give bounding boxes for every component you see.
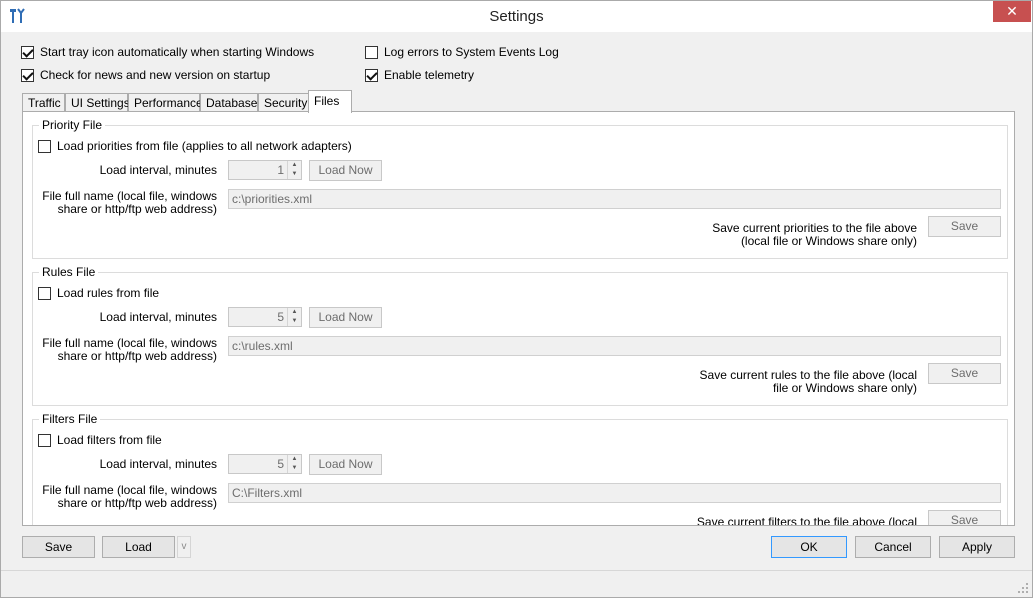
filters-file-label-line1: File full name (local file, windows bbox=[42, 483, 217, 497]
footer-load-button[interactable]: Load bbox=[102, 536, 175, 558]
rules-load-now-button[interactable]: Load Now bbox=[309, 307, 382, 328]
window-title: Settings bbox=[489, 8, 544, 25]
rules-save-label-line2: file or Windows share only) bbox=[772, 381, 917, 395]
resize-grip-icon[interactable] bbox=[1017, 582, 1029, 594]
tab-security[interactable]: Security bbox=[258, 93, 309, 112]
priority-interval-spinner[interactable]: 1 ▲ ▼ bbox=[228, 160, 302, 180]
chevron-down-icon[interactable]: ▼ bbox=[288, 170, 301, 179]
rules-interval-spinner[interactable]: 5 ▲ ▼ bbox=[228, 307, 302, 327]
close-icon: ✕ bbox=[1006, 3, 1018, 19]
log-errors-checkbox[interactable] bbox=[365, 45, 378, 59]
spinner-arrows[interactable]: ▲ ▼ bbox=[287, 455, 301, 473]
tab-database[interactable]: Database bbox=[200, 93, 258, 112]
load-filters-label: Load filters from file bbox=[57, 433, 162, 447]
priority-file-legend: Priority File bbox=[39, 118, 106, 132]
rules-save-label-line1: Save current rules to the file above (lo… bbox=[699, 368, 917, 382]
filters-file-group: Filters File Load filters from file Load… bbox=[32, 412, 1008, 526]
start-tray-checkbox[interactable] bbox=[21, 45, 34, 59]
filters-file-legend: Filters File bbox=[39, 412, 101, 426]
spinner-arrows[interactable]: ▲ ▼ bbox=[287, 161, 301, 179]
filters-file-label-line2: share or http/ftp web address) bbox=[57, 496, 217, 510]
load-filters-option[interactable]: Load filters from file bbox=[38, 432, 162, 448]
start-tray-label: Start tray icon automatically when start… bbox=[40, 45, 315, 59]
rules-file-label-line1: File full name (local file, windows bbox=[42, 336, 217, 350]
close-button[interactable]: ✕ bbox=[993, 1, 1031, 22]
apply-button[interactable]: Apply bbox=[939, 536, 1015, 558]
title-bar: Settings ✕ bbox=[1, 1, 1032, 32]
priority-interval-value: 1 bbox=[277, 163, 284, 177]
filters-interval-value: 5 bbox=[277, 457, 284, 471]
ok-button[interactable]: OK bbox=[771, 536, 847, 558]
priority-save-label-line2: (local file or Windows share only) bbox=[740, 234, 917, 248]
priority-interval-label: Load interval, minutes bbox=[99, 163, 217, 177]
rules-file-legend: Rules File bbox=[39, 265, 99, 279]
log-errors-option[interactable]: Log errors to System Events Log bbox=[365, 44, 559, 60]
rules-file-input[interactable]: c:\rules.xml bbox=[228, 336, 1001, 356]
priority-save-button[interactable]: Save bbox=[928, 216, 1001, 237]
chevron-up-icon[interactable]: ▲ bbox=[288, 308, 301, 317]
spinner-arrows[interactable]: ▲ ▼ bbox=[287, 308, 301, 326]
load-priorities-checkbox[interactable] bbox=[38, 139, 51, 153]
cancel-button[interactable]: Cancel bbox=[855, 536, 931, 558]
rules-interval-label: Load interval, minutes bbox=[99, 310, 217, 324]
priority-load-now-button[interactable]: Load Now bbox=[309, 160, 382, 181]
telemetry-label: Enable telemetry bbox=[384, 68, 475, 82]
load-priorities-label: Load priorities from file (applies to al… bbox=[57, 139, 352, 153]
check-news-option[interactable]: Check for news and new version on startu… bbox=[21, 67, 270, 83]
files-tab-panel: Priority File Load priorities from file … bbox=[22, 111, 1015, 526]
tab-ui-settings[interactable]: UI Settings bbox=[65, 93, 130, 112]
tab-traffic[interactable]: Traffic bbox=[22, 93, 65, 112]
status-bar-divider bbox=[1, 570, 1032, 571]
chevron-down-icon[interactable]: ▼ bbox=[288, 464, 301, 473]
telemetry-checkbox[interactable] bbox=[365, 68, 378, 82]
rules-interval-value: 5 bbox=[277, 310, 284, 324]
filters-save-button[interactable]: Save bbox=[928, 510, 1001, 525]
load-dropdown-button[interactable]: v bbox=[177, 536, 191, 558]
chevron-up-icon[interactable]: ▲ bbox=[288, 455, 301, 464]
filters-interval-label: Load interval, minutes bbox=[99, 457, 217, 471]
start-tray-option[interactable]: Start tray icon automatically when start… bbox=[21, 44, 314, 60]
chevron-up-icon[interactable]: ▲ bbox=[288, 161, 301, 170]
priority-file-group: Priority File Load priorities from file … bbox=[32, 118, 1008, 259]
filters-save-label-line1: Save current filters to the file above (… bbox=[696, 515, 917, 526]
settings-window: Settings ✕ Start tray icon automatically… bbox=[0, 0, 1033, 598]
load-rules-checkbox[interactable] bbox=[38, 286, 51, 300]
footer-save-button[interactable]: Save bbox=[22, 536, 95, 558]
filters-file-input[interactable]: C:\Filters.xml bbox=[228, 483, 1001, 503]
filters-load-now-button[interactable]: Load Now bbox=[309, 454, 382, 475]
log-errors-label: Log errors to System Events Log bbox=[384, 45, 559, 59]
telemetry-option[interactable]: Enable telemetry bbox=[365, 67, 474, 83]
chevron-down-icon: v bbox=[181, 541, 187, 552]
load-rules-label: Load rules from file bbox=[57, 286, 160, 300]
priority-file-input[interactable]: c:\priorities.xml bbox=[228, 189, 1001, 209]
tab-files[interactable]: Files bbox=[308, 90, 352, 113]
check-news-checkbox[interactable] bbox=[21, 68, 34, 82]
load-priorities-option[interactable]: Load priorities from file (applies to al… bbox=[38, 138, 352, 154]
priority-file-label-line1: File full name (local file, windows bbox=[42, 189, 217, 203]
rules-file-label-line2: share or http/ftp web address) bbox=[57, 349, 217, 363]
rules-save-button[interactable]: Save bbox=[928, 363, 1001, 384]
priority-save-label-line1: Save current priorities to the file abov… bbox=[712, 221, 917, 235]
rules-file-group: Rules File Load rules from file Load int… bbox=[32, 265, 1008, 406]
filters-interval-spinner[interactable]: 5 ▲ ▼ bbox=[228, 454, 302, 474]
chevron-down-icon[interactable]: ▼ bbox=[288, 317, 301, 326]
load-filters-checkbox[interactable] bbox=[38, 433, 51, 447]
check-news-label: Check for news and new version on startu… bbox=[40, 68, 271, 82]
priority-file-label-line2: share or http/ftp web address) bbox=[57, 202, 217, 216]
load-rules-option[interactable]: Load rules from file bbox=[38, 285, 159, 301]
tab-performance[interactable]: Performance bbox=[128, 93, 203, 112]
